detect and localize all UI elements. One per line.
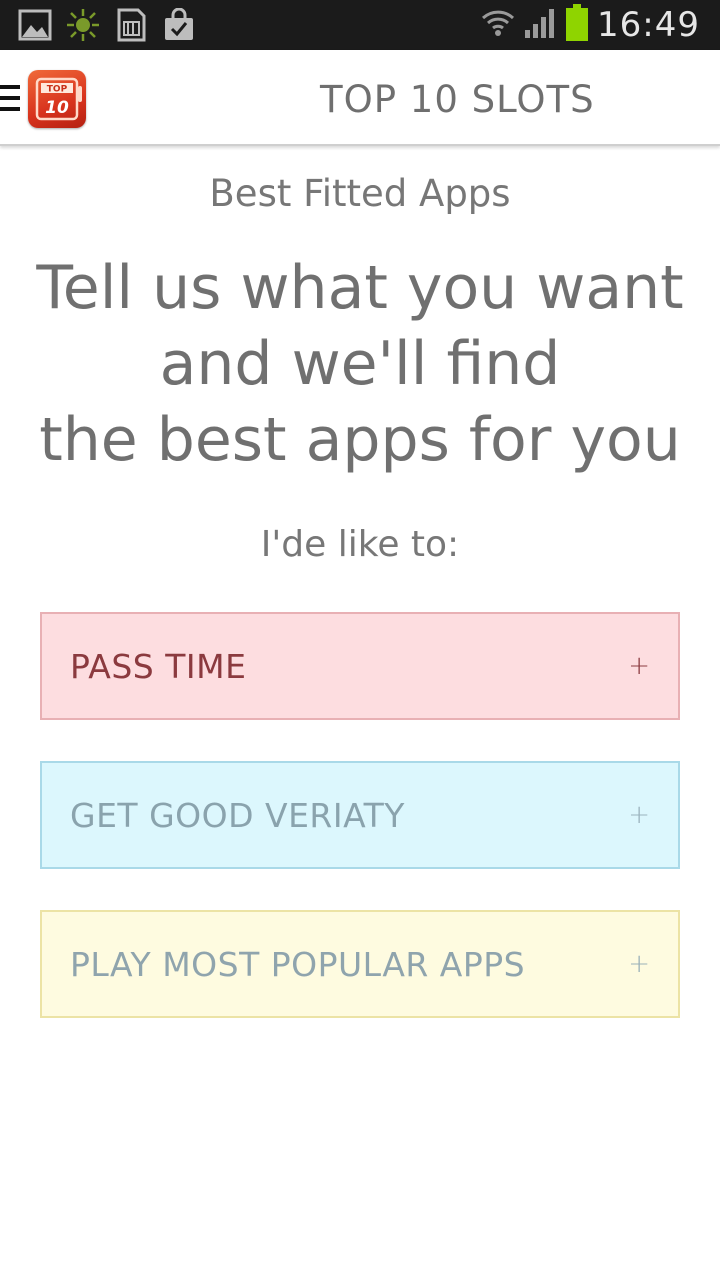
menu-icon[interactable] xyxy=(0,85,20,113)
svg-text:10: 10 xyxy=(45,98,69,118)
app-title: TOP 10 SLOTS xyxy=(320,78,595,121)
app-bar: TOP 10 TOP 10 SLOTS xyxy=(0,50,720,146)
option-label: GET GOOD VERIATY xyxy=(70,795,405,835)
wifi-icon xyxy=(481,6,515,44)
app-logo[interactable]: TOP 10 xyxy=(28,70,86,128)
expand-plus-icon: + xyxy=(628,949,650,979)
headline: Tell us what you want and we'll find the… xyxy=(0,250,720,478)
expand-plus-icon: + xyxy=(628,651,650,681)
shopping-bag-icon xyxy=(162,8,196,42)
option-pass-time[interactable]: PASS TIME + xyxy=(40,612,680,720)
prompt-text: I'de like to: xyxy=(260,524,460,565)
svg-text:TOP: TOP xyxy=(47,85,68,95)
battery-icon xyxy=(565,4,589,46)
headline-line: and we'll find xyxy=(159,329,561,399)
headline-line: the best apps for you xyxy=(39,405,681,475)
option-get-good-variety[interactable]: GET GOOD VERIATY + xyxy=(40,761,680,869)
notification-icons xyxy=(0,8,196,42)
option-label: PASS TIME xyxy=(70,646,247,686)
page-subtitle: Best Fitted Apps xyxy=(209,172,511,215)
signal-icon xyxy=(523,6,557,44)
headline-line: Tell us what you want xyxy=(36,253,684,323)
gallery-icon xyxy=(18,8,52,42)
sd-card-icon xyxy=(114,8,148,42)
sun-icon xyxy=(66,8,100,42)
status-bar: 16:49 xyxy=(0,0,720,50)
system-icons: 16:49 xyxy=(481,4,720,46)
option-label: PLAY MOST POPULAR APPS xyxy=(70,944,526,984)
expand-plus-icon: + xyxy=(628,800,650,830)
option-play-most-popular[interactable]: PLAY MOST POPULAR APPS + xyxy=(40,910,680,1018)
clock-time: 16:49 xyxy=(597,5,700,45)
